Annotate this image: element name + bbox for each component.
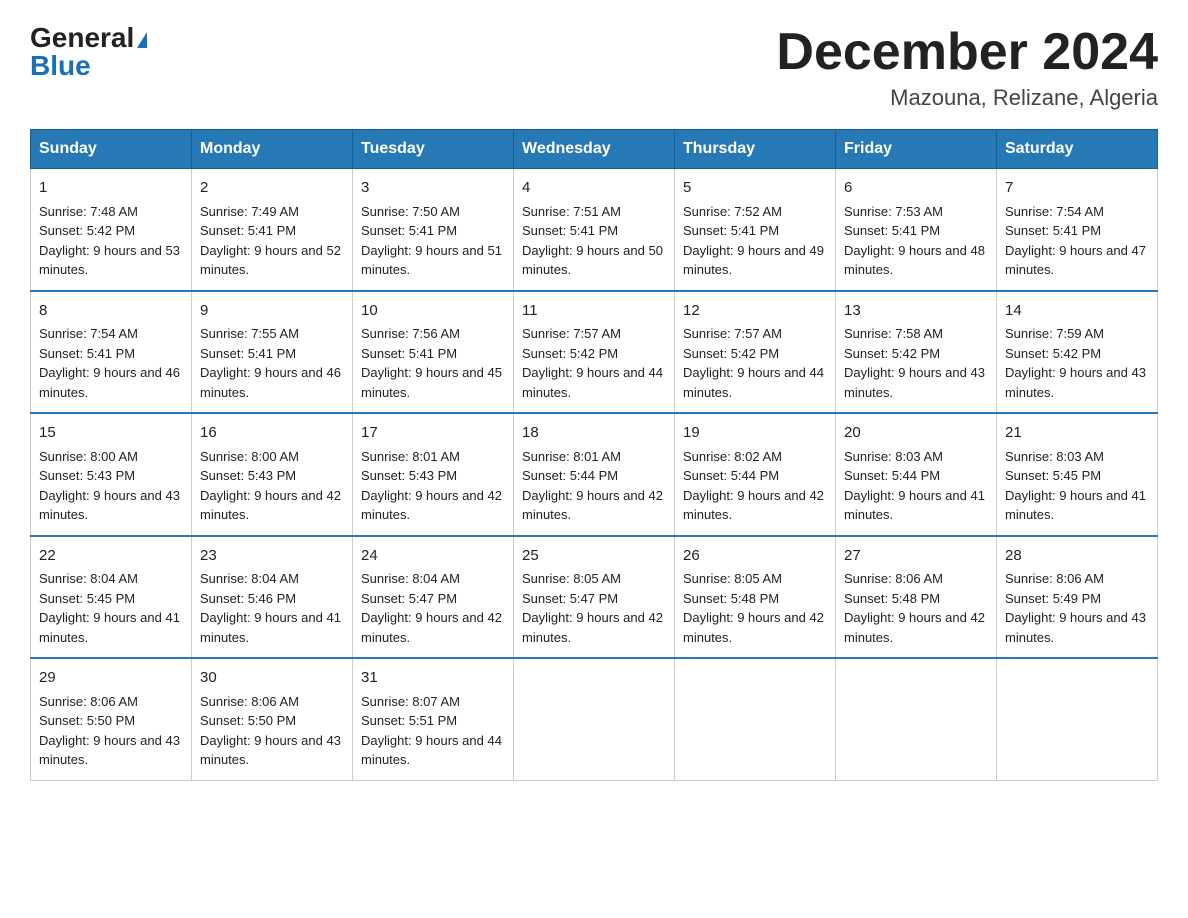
day-number: 9 (200, 300, 344, 323)
table-row: 15Sunrise: 8:00 AMSunset: 5:43 PMDayligh… (31, 413, 192, 536)
col-sunday: Sunday (31, 130, 192, 169)
day-number: 2 (200, 177, 344, 200)
col-tuesday: Tuesday (353, 130, 514, 169)
day-number: 19 (683, 422, 827, 445)
day-number: 30 (200, 667, 344, 690)
day-number: 5 (683, 177, 827, 200)
title-area: December 2024 Mazouna, Relizane, Algeria (776, 24, 1158, 111)
table-row: 25Sunrise: 8:05 AMSunset: 5:47 PMDayligh… (514, 536, 675, 659)
table-row: 6Sunrise: 7:53 AMSunset: 5:41 PMDaylight… (836, 169, 997, 291)
day-number: 28 (1005, 545, 1149, 568)
table-row: 19Sunrise: 8:02 AMSunset: 5:44 PMDayligh… (675, 413, 836, 536)
table-row: 2Sunrise: 7:49 AMSunset: 5:41 PMDaylight… (192, 169, 353, 291)
day-number: 17 (361, 422, 505, 445)
table-row: 14Sunrise: 7:59 AMSunset: 5:42 PMDayligh… (997, 291, 1158, 414)
table-row: 26Sunrise: 8:05 AMSunset: 5:48 PMDayligh… (675, 536, 836, 659)
table-row: 17Sunrise: 8:01 AMSunset: 5:43 PMDayligh… (353, 413, 514, 536)
calendar-week-1: 1Sunrise: 7:48 AMSunset: 5:42 PMDaylight… (31, 169, 1158, 291)
calendar-week-4: 22Sunrise: 8:04 AMSunset: 5:45 PMDayligh… (31, 536, 1158, 659)
calendar-week-5: 29Sunrise: 8:06 AMSunset: 5:50 PMDayligh… (31, 658, 1158, 780)
col-saturday: Saturday (997, 130, 1158, 169)
logo: General Blue (30, 24, 147, 80)
day-number: 3 (361, 177, 505, 200)
logo-general-text: General (30, 22, 134, 53)
day-number: 27 (844, 545, 988, 568)
table-row: 24Sunrise: 8:04 AMSunset: 5:47 PMDayligh… (353, 536, 514, 659)
table-row (675, 658, 836, 780)
table-row: 28Sunrise: 8:06 AMSunset: 5:49 PMDayligh… (997, 536, 1158, 659)
day-number: 18 (522, 422, 666, 445)
logo-blue-row: Blue (30, 52, 91, 80)
table-row: 29Sunrise: 8:06 AMSunset: 5:50 PMDayligh… (31, 658, 192, 780)
day-number: 29 (39, 667, 183, 690)
header-row: Sunday Monday Tuesday Wednesday Thursday… (31, 130, 1158, 169)
day-number: 6 (844, 177, 988, 200)
day-number: 23 (200, 545, 344, 568)
day-number: 20 (844, 422, 988, 445)
col-thursday: Thursday (675, 130, 836, 169)
table-row (514, 658, 675, 780)
page: General Blue December 2024 Mazouna, Reli… (0, 0, 1188, 811)
day-number: 10 (361, 300, 505, 323)
day-number: 4 (522, 177, 666, 200)
day-number: 26 (683, 545, 827, 568)
table-row: 1Sunrise: 7:48 AMSunset: 5:42 PMDaylight… (31, 169, 192, 291)
table-row: 13Sunrise: 7:58 AMSunset: 5:42 PMDayligh… (836, 291, 997, 414)
table-row: 9Sunrise: 7:55 AMSunset: 5:41 PMDaylight… (192, 291, 353, 414)
table-row: 7Sunrise: 7:54 AMSunset: 5:41 PMDaylight… (997, 169, 1158, 291)
table-row: 16Sunrise: 8:00 AMSunset: 5:43 PMDayligh… (192, 413, 353, 536)
calendar-week-3: 15Sunrise: 8:00 AMSunset: 5:43 PMDayligh… (31, 413, 1158, 536)
day-number: 7 (1005, 177, 1149, 200)
day-number: 12 (683, 300, 827, 323)
table-row: 4Sunrise: 7:51 AMSunset: 5:41 PMDaylight… (514, 169, 675, 291)
table-row: 30Sunrise: 8:06 AMSunset: 5:50 PMDayligh… (192, 658, 353, 780)
month-title: December 2024 (776, 24, 1158, 81)
col-wednesday: Wednesday (514, 130, 675, 169)
table-row: 20Sunrise: 8:03 AMSunset: 5:44 PMDayligh… (836, 413, 997, 536)
day-number: 24 (361, 545, 505, 568)
day-number: 21 (1005, 422, 1149, 445)
logo-blue-text: Blue (30, 50, 91, 81)
table-row: 23Sunrise: 8:04 AMSunset: 5:46 PMDayligh… (192, 536, 353, 659)
table-row (836, 658, 997, 780)
day-number: 8 (39, 300, 183, 323)
day-number: 1 (39, 177, 183, 200)
table-row: 31Sunrise: 8:07 AMSunset: 5:51 PMDayligh… (353, 658, 514, 780)
calendar-week-2: 8Sunrise: 7:54 AMSunset: 5:41 PMDaylight… (31, 291, 1158, 414)
col-friday: Friday (836, 130, 997, 169)
day-number: 11 (522, 300, 666, 323)
table-row: 11Sunrise: 7:57 AMSunset: 5:42 PMDayligh… (514, 291, 675, 414)
calendar-table: Sunday Monday Tuesday Wednesday Thursday… (30, 129, 1158, 781)
header: General Blue December 2024 Mazouna, Reli… (30, 24, 1158, 111)
table-row (997, 658, 1158, 780)
table-row: 8Sunrise: 7:54 AMSunset: 5:41 PMDaylight… (31, 291, 192, 414)
day-number: 16 (200, 422, 344, 445)
col-monday: Monday (192, 130, 353, 169)
logo-triangle-icon (137, 32, 147, 48)
day-number: 13 (844, 300, 988, 323)
table-row: 3Sunrise: 7:50 AMSunset: 5:41 PMDaylight… (353, 169, 514, 291)
day-number: 31 (361, 667, 505, 690)
table-row: 12Sunrise: 7:57 AMSunset: 5:42 PMDayligh… (675, 291, 836, 414)
table-row: 22Sunrise: 8:04 AMSunset: 5:45 PMDayligh… (31, 536, 192, 659)
day-number: 25 (522, 545, 666, 568)
location: Mazouna, Relizane, Algeria (776, 85, 1158, 111)
table-row: 10Sunrise: 7:56 AMSunset: 5:41 PMDayligh… (353, 291, 514, 414)
table-row: 18Sunrise: 8:01 AMSunset: 5:44 PMDayligh… (514, 413, 675, 536)
table-row: 21Sunrise: 8:03 AMSunset: 5:45 PMDayligh… (997, 413, 1158, 536)
table-row: 27Sunrise: 8:06 AMSunset: 5:48 PMDayligh… (836, 536, 997, 659)
day-number: 14 (1005, 300, 1149, 323)
day-number: 15 (39, 422, 183, 445)
logo-general-row: General (30, 24, 147, 52)
table-row: 5Sunrise: 7:52 AMSunset: 5:41 PMDaylight… (675, 169, 836, 291)
day-number: 22 (39, 545, 183, 568)
